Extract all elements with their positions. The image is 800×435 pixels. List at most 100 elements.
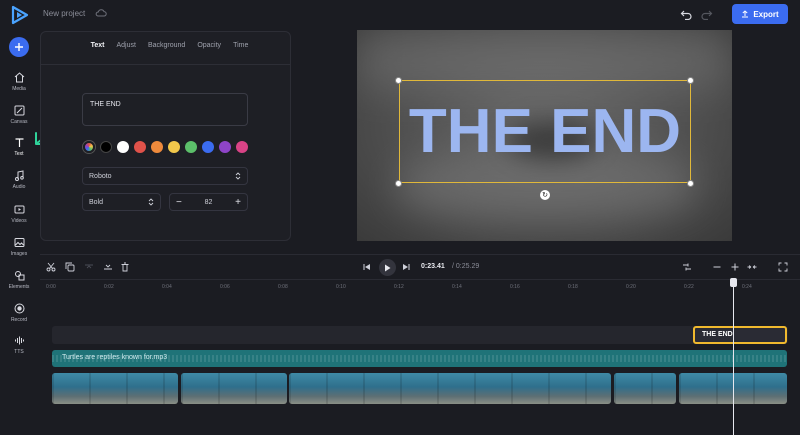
plus-icon <box>15 43 23 51</box>
sidebar-item-record[interactable]: Record <box>0 299 38 329</box>
ruler-tick: 0:06 <box>220 284 230 290</box>
duplicate-icon[interactable] <box>65 262 75 272</box>
video-clip[interactable] <box>52 373 178 404</box>
text-settings-panel: Text Adjust Background Opacity Time THE … <box>40 31 291 241</box>
video-icon <box>14 205 24 214</box>
sidebar-item-label: Videos <box>11 218 27 224</box>
ruler-tick: 0:04 <box>162 284 172 290</box>
chevron-updown-icon <box>235 172 241 180</box>
playhead[interactable] <box>733 279 734 435</box>
current-time: 0:23.41 <box>421 263 445 270</box>
increase-size-button[interactable]: + <box>235 197 241 208</box>
font-family-select[interactable]: Roboto <box>82 167 248 185</box>
color-swatch-yellow[interactable] <box>168 141 180 153</box>
color-swatch-red[interactable] <box>134 141 146 153</box>
sidebar-item-tts[interactable]: TTS <box>0 331 38 361</box>
trash-icon[interactable] <box>120 262 130 272</box>
color-swatch-orange[interactable] <box>151 141 163 153</box>
undo-icon[interactable] <box>680 8 692 20</box>
panel-tabs: Text Adjust Background Opacity Time <box>41 42 292 49</box>
ruler-tick: 0:12 <box>394 284 404 290</box>
sidebar-item-label: TTS <box>14 349 24 355</box>
timeline-ruler[interactable]: 0:00 0:02 0:04 0:06 0:08 0:10 0:12 0:14 … <box>40 279 800 293</box>
text-icon <box>15 138 23 147</box>
tab-opacity[interactable]: Opacity <box>197 42 221 49</box>
sidebar-item-audio[interactable]: Audio <box>0 166 38 196</box>
preview-text-overlay[interactable]: THE END <box>399 97 691 167</box>
ruler-tick: 0:10 <box>336 284 346 290</box>
bring-forward-icon[interactable] <box>84 262 94 272</box>
color-swatch-white[interactable] <box>117 141 129 153</box>
chevron-updown-icon <box>148 198 154 206</box>
color-swatch-black[interactable] <box>100 141 112 153</box>
video-clip[interactable] <box>614 373 676 404</box>
fit-timeline-icon[interactable] <box>682 262 692 272</box>
ruler-tick: 0:20 <box>626 284 636 290</box>
rotate-handle-icon[interactable]: ↻ <box>540 190 550 200</box>
font-size-value[interactable]: 82 <box>205 199 213 206</box>
color-swatch-blue[interactable] <box>202 141 214 153</box>
skip-forward-icon[interactable] <box>401 262 411 272</box>
sidebar-item-label: Canvas <box>10 119 28 125</box>
sidebar-item-images[interactable]: Images <box>0 233 38 263</box>
text-content-input[interactable]: THE END <box>82 93 248 126</box>
zoom-out-icon[interactable] <box>712 262 722 272</box>
waveform-icon <box>14 336 24 345</box>
top-bar: New project Export <box>0 0 800 30</box>
decrease-size-button[interactable]: − <box>176 197 182 208</box>
color-swatch-purple[interactable] <box>219 141 231 153</box>
color-picker-swatch[interactable] <box>83 141 95 153</box>
play-button[interactable] <box>379 259 396 276</box>
fullscreen-icon[interactable] <box>778 262 788 272</box>
resize-handle-top-right[interactable] <box>687 77 694 84</box>
resize-handle-top-left[interactable] <box>395 77 402 84</box>
color-swatches <box>83 141 248 153</box>
tab-adjust[interactable]: Adjust <box>117 42 136 49</box>
app-logo-icon[interactable] <box>10 5 30 25</box>
zoom-in-icon[interactable] <box>730 262 740 272</box>
video-editor: New project Export Media Canvas Text Aud… <box>0 0 800 435</box>
video-clip[interactable] <box>289 373 611 404</box>
ruler-tick: 0:22 <box>684 284 694 290</box>
color-swatch-pink[interactable] <box>236 141 248 153</box>
scissors-icon[interactable] <box>46 262 56 272</box>
resize-handle-bottom-left[interactable] <box>395 180 402 187</box>
play-icon <box>385 264 391 271</box>
redo-icon[interactable] <box>701 8 713 20</box>
ruler-tick: 0:24 <box>742 284 752 290</box>
sidebar-item-label: Elements <box>8 284 30 290</box>
tab-time[interactable]: Time <box>233 42 248 49</box>
sidebar-item-media[interactable]: Media <box>0 68 38 98</box>
timeline: 0:23.41 / 0:25.29 0:00 0:02 0:04 0:06 0:… <box>40 254 800 435</box>
tab-text[interactable]: Text <box>91 42 105 49</box>
font-weight-value: Bold <box>89 198 104 206</box>
font-family-value: Roboto <box>89 172 112 180</box>
font-weight-select[interactable]: Bold <box>82 193 161 211</box>
collapse-icon[interactable] <box>747 262 757 272</box>
sidebar-item-label: Record <box>10 317 28 323</box>
tab-background[interactable]: Background <box>148 42 185 49</box>
text-track[interactable] <box>52 326 788 344</box>
timeline-toolbar: 0:23.41 / 0:25.29 <box>40 255 800 279</box>
text-clip[interactable]: THE END <box>693 326 787 344</box>
ruler-tick: 0:18 <box>568 284 578 290</box>
sidebar-item-label: Images <box>10 251 28 257</box>
add-media-button[interactable] <box>9 37 29 57</box>
ruler-tick: 0:02 <box>104 284 114 290</box>
send-backward-icon[interactable] <box>103 262 113 272</box>
media-icon <box>14 72 24 83</box>
skip-back-icon[interactable] <box>362 262 372 272</box>
sidebar-item-videos[interactable]: Videos <box>0 200 38 230</box>
project-title[interactable]: New project <box>43 9 85 18</box>
video-clip[interactable] <box>181 373 287 404</box>
sidebar-item-label: Text <box>14 151 24 157</box>
music-icon <box>14 170 24 181</box>
sidebar-item-elements[interactable]: Elements <box>0 266 38 296</box>
color-swatch-green[interactable] <box>185 141 197 153</box>
ruler-tick: 0:08 <box>278 284 288 290</box>
resize-handle-bottom-right[interactable] <box>687 180 694 187</box>
export-button[interactable]: Export <box>732 4 788 24</box>
total-time: / 0:25.29 <box>452 263 480 270</box>
audio-clip[interactable]: Turtles are reptiles known for.mp3 <box>52 350 787 367</box>
ruler-tick: 0:16 <box>510 284 520 290</box>
